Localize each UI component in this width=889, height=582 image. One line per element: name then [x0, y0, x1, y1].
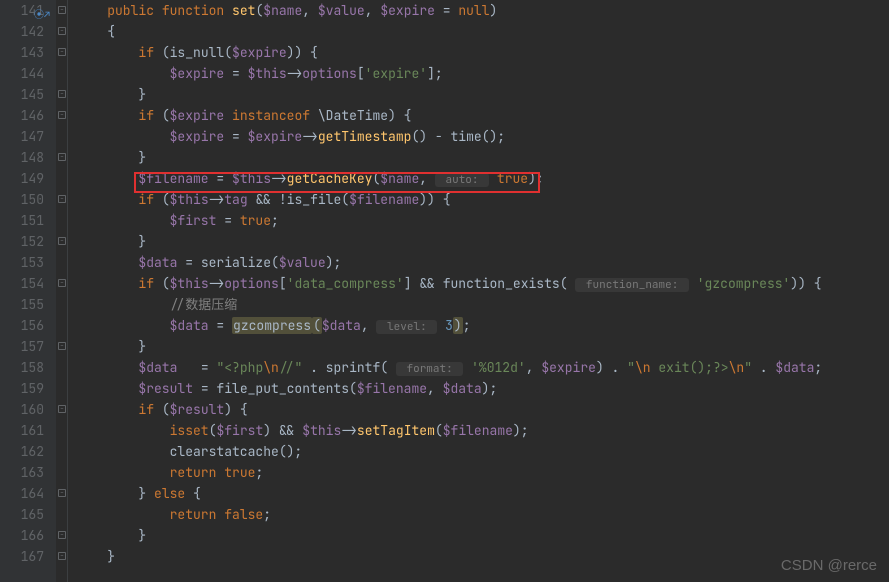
line-number: 148 [0, 147, 44, 168]
line-number: 147 [0, 126, 44, 147]
line-number: 163 [0, 462, 44, 483]
fold-toggle-icon[interactable]: − [58, 552, 66, 560]
code-line[interactable]: } [76, 546, 889, 567]
code-line[interactable]: if ($this->options['data_compress'] && f… [76, 273, 889, 294]
line-number: 143 [0, 42, 44, 63]
code-line[interactable]: if (is_null($expire)) { [76, 42, 889, 63]
code-line[interactable]: isset($first) && $this->setTagItem($file… [76, 420, 889, 441]
code-line[interactable]: if ($expire instanceof \DateTime) { [76, 105, 889, 126]
code-line[interactable]: return true; [76, 462, 889, 483]
fold-toggle-icon[interactable]: − [58, 48, 66, 56]
code-line[interactable]: $data = gzcompress($data, level: 3); [76, 315, 889, 336]
code-line[interactable]: $result = file_put_contents($filename, $… [76, 378, 889, 399]
code-editor[interactable]: ⦿↗ 1411421431441451461471481491501511521… [0, 0, 889, 582]
code-line[interactable]: clearstatcache(); [76, 441, 889, 462]
code-line[interactable]: $data = "<?php\n//" . sprintf( format: '… [76, 357, 889, 378]
code-line[interactable]: $data = serialize($value); [76, 252, 889, 273]
line-number: 155 [0, 294, 44, 315]
line-number: 166 [0, 525, 44, 546]
code-line[interactable]: } [76, 84, 889, 105]
fold-toggle-icon[interactable]: − [58, 195, 66, 203]
line-number: 164 [0, 483, 44, 504]
code-line[interactable]: $expire = $expire->getTimestamp() - time… [76, 126, 889, 147]
line-number: 152 [0, 231, 44, 252]
fold-toggle-icon[interactable]: − [58, 489, 66, 497]
line-number: 157 [0, 336, 44, 357]
code-line[interactable]: { [76, 21, 889, 42]
line-number: 154 [0, 273, 44, 294]
code-line[interactable]: } [76, 147, 889, 168]
code-line[interactable]: //数据压缩 [76, 294, 889, 315]
fold-toggle-icon[interactable]: − [58, 6, 66, 14]
line-number: 153 [0, 252, 44, 273]
line-number: 156 [0, 315, 44, 336]
fold-toggle-icon[interactable]: − [58, 27, 66, 35]
line-number: 145 [0, 84, 44, 105]
code-line[interactable]: } [76, 336, 889, 357]
line-number: 146 [0, 105, 44, 126]
line-number: 159 [0, 378, 44, 399]
run-gutter-icon[interactable]: ⦿↗ [34, 4, 50, 25]
line-number: 151 [0, 210, 44, 231]
code-line[interactable]: return false; [76, 504, 889, 525]
fold-toggle-icon[interactable]: − [58, 342, 66, 350]
code-line[interactable]: public function set($name, $value, $expi… [76, 0, 889, 21]
line-number: 150 [0, 189, 44, 210]
code-line[interactable]: $filename = $this->getCacheKey($name, au… [76, 168, 889, 189]
line-number: 149 [0, 168, 44, 189]
fold-toggle-icon[interactable]: − [58, 279, 66, 287]
code-line[interactable]: $expire = $this->options['expire']; [76, 63, 889, 84]
code-line[interactable]: $first = true; [76, 210, 889, 231]
code-line[interactable]: if ($result) { [76, 399, 889, 420]
fold-toggle-icon[interactable]: − [58, 405, 66, 413]
fold-column: − − − − − − − − − − − − − − [56, 0, 68, 582]
fold-toggle-icon[interactable]: − [58, 153, 66, 161]
line-number: 158 [0, 357, 44, 378]
line-number: 165 [0, 504, 44, 525]
code-area[interactable]: public function set($name, $value, $expi… [68, 0, 889, 582]
code-line[interactable]: } [76, 231, 889, 252]
fold-toggle-icon[interactable]: − [58, 90, 66, 98]
line-number: 160 [0, 399, 44, 420]
code-line[interactable]: } else { [76, 483, 889, 504]
fold-toggle-icon[interactable]: − [58, 531, 66, 539]
line-number-gutter: ⦿↗ 1411421431441451461471481491501511521… [0, 0, 56, 582]
fold-toggle-icon[interactable]: − [58, 237, 66, 245]
line-number: 161 [0, 420, 44, 441]
line-number: 167 [0, 546, 44, 567]
fold-toggle-icon[interactable]: − [58, 111, 66, 119]
code-line[interactable]: } [76, 525, 889, 546]
line-number: 162 [0, 441, 44, 462]
code-line[interactable]: if ($this->tag && !is_file($filename)) { [76, 189, 889, 210]
line-number: 144 [0, 63, 44, 84]
